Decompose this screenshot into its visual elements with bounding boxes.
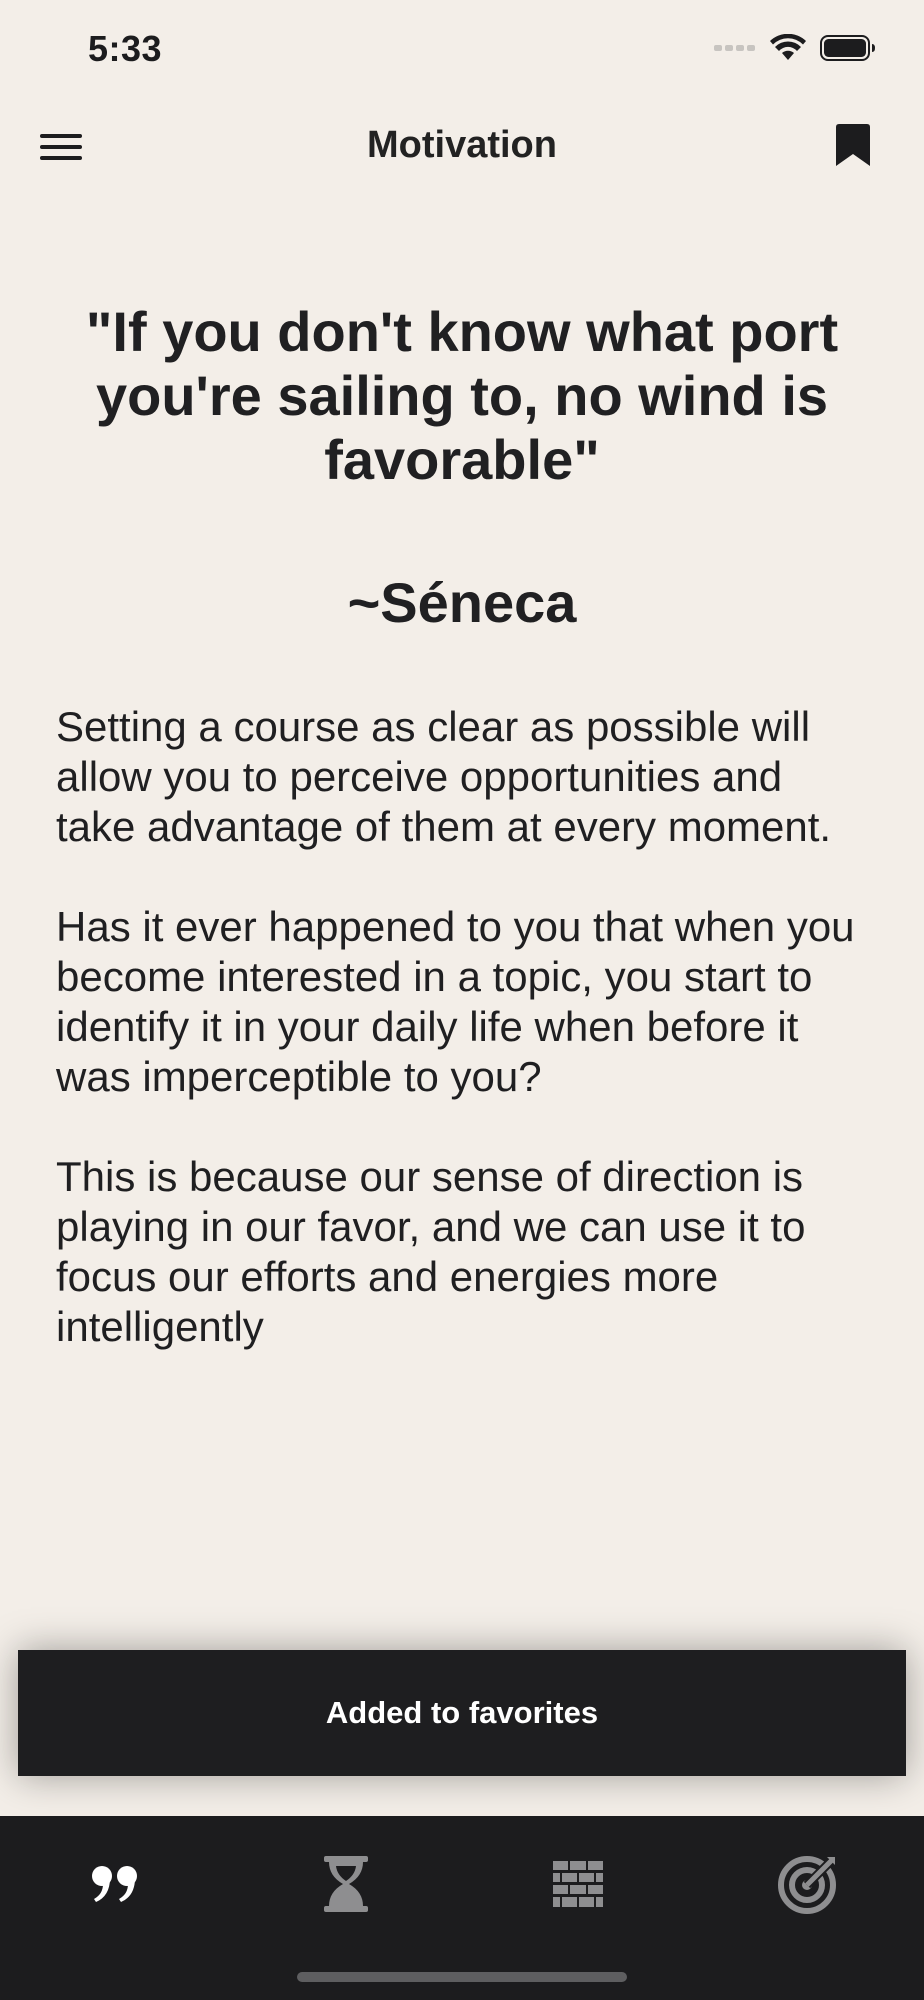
toast-message: Added to favorites — [325, 1695, 599, 1730]
nav-bar: Motivation — [0, 100, 924, 196]
tab-habits[interactable] — [538, 1844, 618, 1924]
bookmark-button[interactable] — [836, 124, 872, 170]
tab-timer[interactable] — [306, 1844, 386, 1924]
quote-author: ~Séneca — [347, 571, 577, 634]
cellular-signal-icon — [714, 45, 755, 51]
target-icon — [778, 1855, 837, 1914]
tab-goals[interactable] — [768, 1844, 848, 1924]
paragraph: Has it ever happened to you that when yo… — [56, 903, 855, 1100]
bookmark-icon — [836, 124, 870, 166]
status-icons — [714, 34, 876, 62]
hourglass-icon — [324, 1856, 368, 1912]
quote-icon — [92, 1866, 137, 1902]
page-title: Motivation — [367, 124, 557, 166]
reflection-text: Setting a course as clear as possible wi… — [56, 702, 868, 1402]
status-bar: 5:33 — [0, 0, 924, 100]
tab-quotes[interactable] — [76, 1844, 156, 1924]
home-indicator — [297, 1972, 627, 1982]
brick-wall-icon — [553, 1861, 603, 1907]
quote-text: "If you don't know what port you're sail… — [85, 300, 839, 491]
paragraph: This is because our sense of direction i… — [56, 1153, 806, 1350]
status-time: 5:33 — [88, 28, 163, 69]
toast-notification: Added to favorites — [18, 1650, 906, 1776]
paragraph: Setting a course as clear as possible wi… — [56, 703, 832, 850]
wifi-icon — [770, 34, 806, 60]
battery-icon — [820, 35, 875, 61]
